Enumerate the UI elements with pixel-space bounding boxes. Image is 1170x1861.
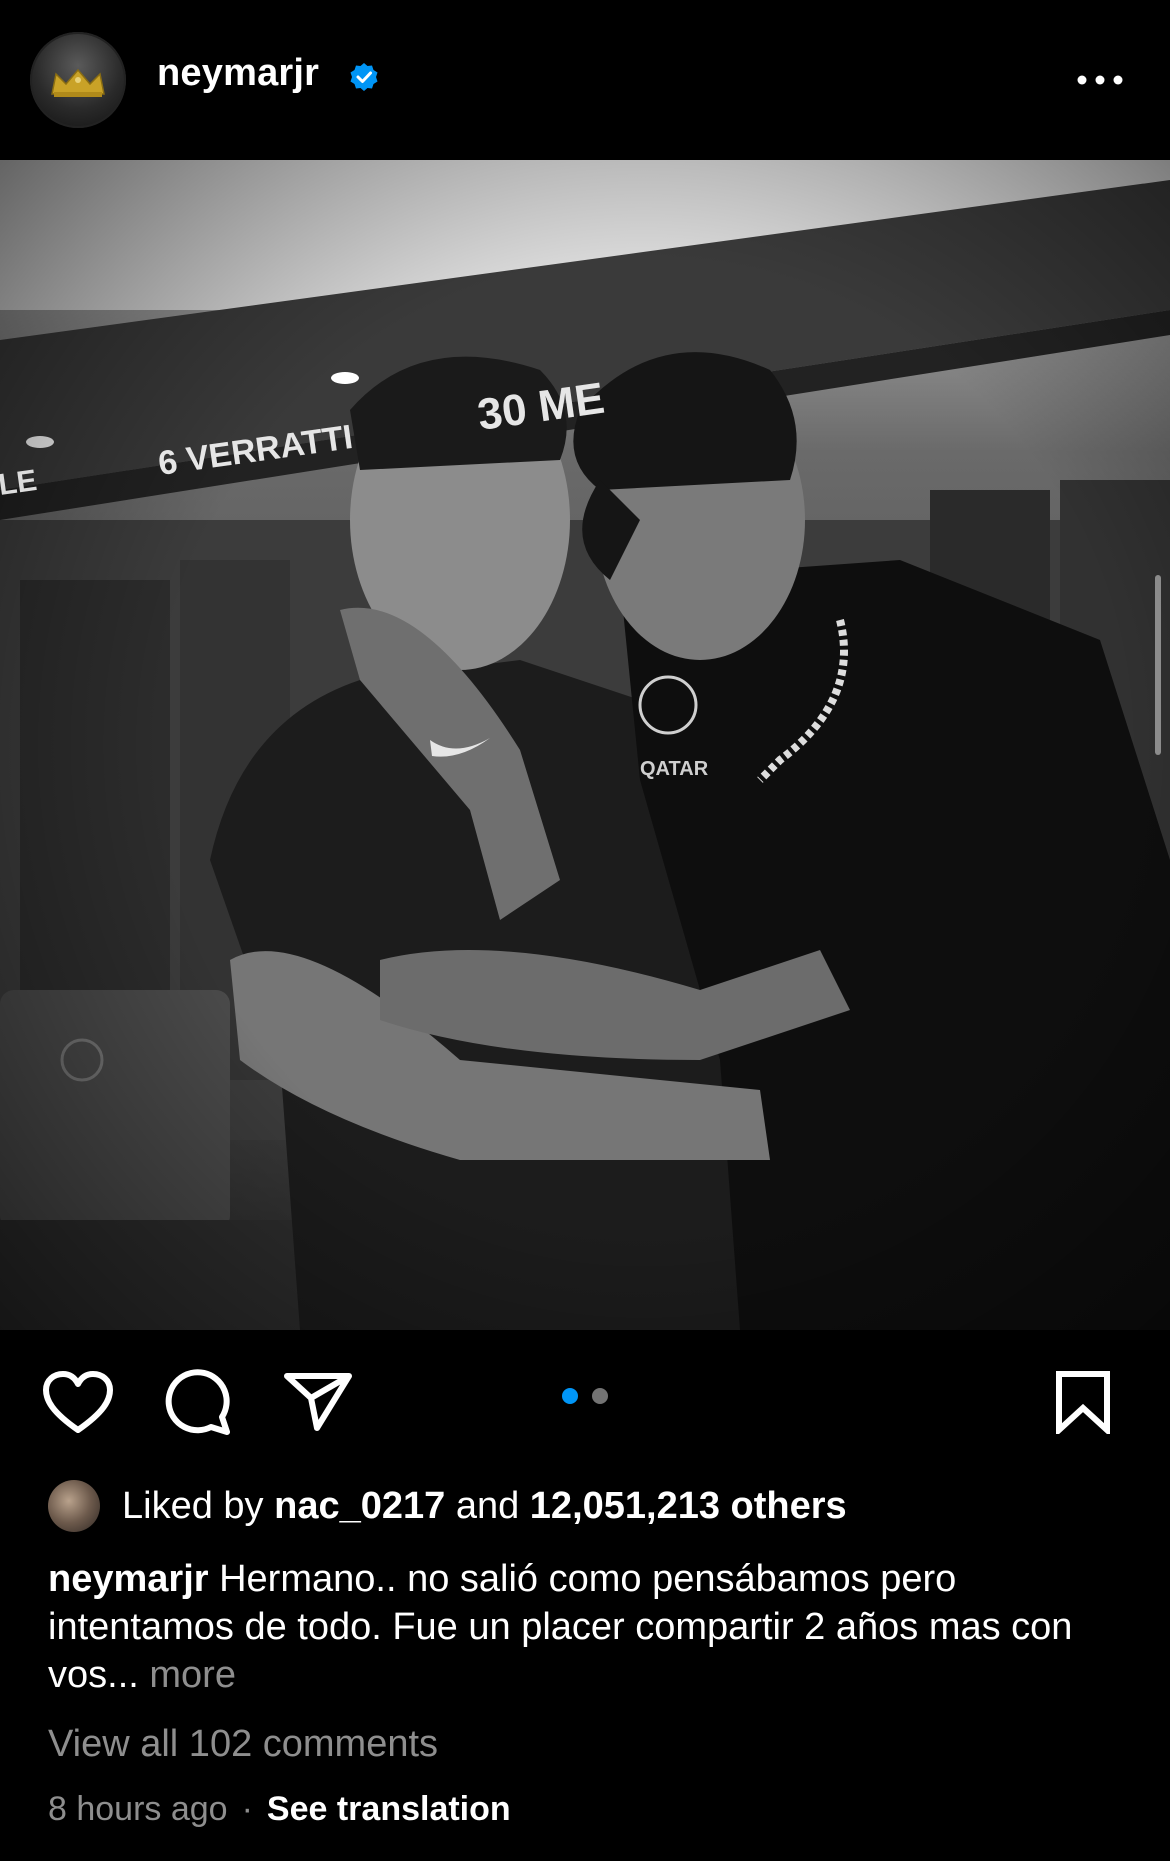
liker-avatar[interactable]: [48, 1480, 100, 1532]
caption-author[interactable]: neymarjr: [48, 1558, 209, 1600]
post-timestamp: 8 hours ago: [48, 1790, 228, 1828]
carousel-dot-active: [562, 1388, 578, 1404]
carousel-dot: [592, 1388, 608, 1404]
liker-username[interactable]: nac_0217: [274, 1485, 445, 1527]
shirt-text: QATAR: [640, 758, 709, 780]
post-photo[interactable]: LE 6 VERRATTI 30 ME QATAR: [0, 160, 1170, 1330]
caption-more-link[interactable]: more: [149, 1654, 236, 1696]
likes-row: Liked by nac_0217 and 12,051,213 others: [48, 1475, 1148, 1535]
scrollbar[interactable]: [1155, 575, 1161, 755]
profile-avatar[interactable]: [30, 32, 126, 128]
verified-badge-icon: [350, 63, 378, 91]
likes-prefix: Liked by: [122, 1485, 264, 1527]
post-photo-image: LE 6 VERRATTI 30 ME QATAR: [0, 160, 1170, 1330]
likes-summary[interactable]: Liked by nac_0217 and 12,051,213 others: [122, 1485, 847, 1528]
meta-separator: ·: [241, 1790, 253, 1828]
crown-icon: [51, 68, 105, 97]
see-translation-link[interactable]: See translation: [267, 1790, 511, 1828]
bookmark-icon[interactable]: [1055, 1370, 1111, 1434]
comment-bubble-icon[interactable]: [163, 1367, 233, 1437]
post-username[interactable]: neymarjr: [157, 52, 319, 95]
action-bar: [0, 1330, 1170, 1480]
likes-count[interactable]: 12,051,213 others: [530, 1485, 847, 1527]
post-meta: 8 hours ago · See translation: [48, 1790, 511, 1829]
likes-conjunction: and: [455, 1485, 520, 1527]
post-header: neymarjr: [0, 0, 1170, 160]
paper-plane-icon[interactable]: [283, 1370, 353, 1432]
heart-icon[interactable]: [42, 1370, 114, 1436]
more-dots-icon[interactable]: [1075, 66, 1125, 96]
nameplate-left: LE: [0, 464, 39, 502]
view-all-comments-link[interactable]: View all 102 comments: [48, 1723, 438, 1766]
post-caption: neymarjr Hermano.. no salió como pensába…: [48, 1555, 1128, 1699]
